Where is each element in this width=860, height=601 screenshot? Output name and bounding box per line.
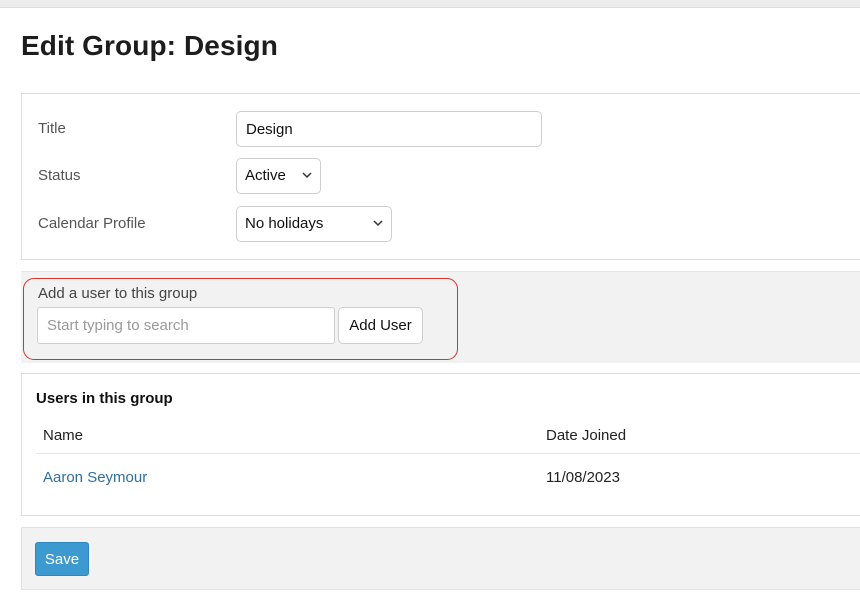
title-field[interactable] <box>236 111 542 147</box>
calendar-profile-selected-value: No holidays <box>245 215 324 232</box>
user-search-input[interactable] <box>37 307 335 344</box>
user-date-joined: 11/08/2023 <box>546 469 620 486</box>
calendar-profile-select[interactable]: No holidays <box>236 206 392 242</box>
title-label: Title <box>38 120 66 137</box>
column-header-date-joined: Date Joined <box>546 427 627 444</box>
users-heading: Users in this group <box>36 390 173 407</box>
status-selected-value: Active <box>245 167 286 184</box>
save-button[interactable]: Save <box>35 542 89 576</box>
top-bar <box>0 0 860 8</box>
chevron-down-icon <box>373 220 383 227</box>
column-header-name: Name <box>43 427 84 444</box>
form-row-status: Status Active <box>0 158 860 194</box>
users-panel: Users in this group Name Date Joined Aar… <box>21 373 860 516</box>
form-row-calendar: Calendar Profile No holidays <box>0 206 860 242</box>
add-user-label: Add a user to this group <box>38 285 198 302</box>
table-divider <box>36 453 860 454</box>
page-title: Edit Group: Design <box>21 30 278 61</box>
add-user-button[interactable]: Add User <box>338 307 423 344</box>
form-row-title: Title <box>0 111 860 147</box>
calendar-profile-label: Calendar Profile <box>38 215 146 232</box>
user-name-link[interactable]: Aaron Seymour <box>43 469 147 486</box>
chevron-down-icon <box>302 172 312 179</box>
footer-panel <box>21 527 860 590</box>
status-label: Status <box>38 167 81 184</box>
status-select[interactable]: Active <box>236 158 321 194</box>
